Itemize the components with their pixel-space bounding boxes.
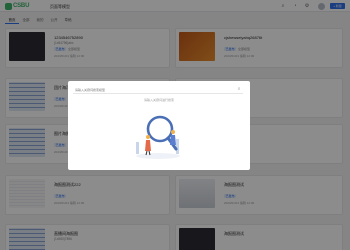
- search-icon[interactable]: ⌕: [236, 86, 242, 92]
- search-input[interactable]: [75, 86, 225, 93]
- search-bar: ⌕: [73, 85, 243, 94]
- empty-search-illustration-icon: [136, 115, 180, 159]
- empty-state-hint: 请输入关键词进行搜索: [143, 98, 174, 102]
- search-modal: ⌕ 请输入关键词进行搜索: [68, 81, 250, 170]
